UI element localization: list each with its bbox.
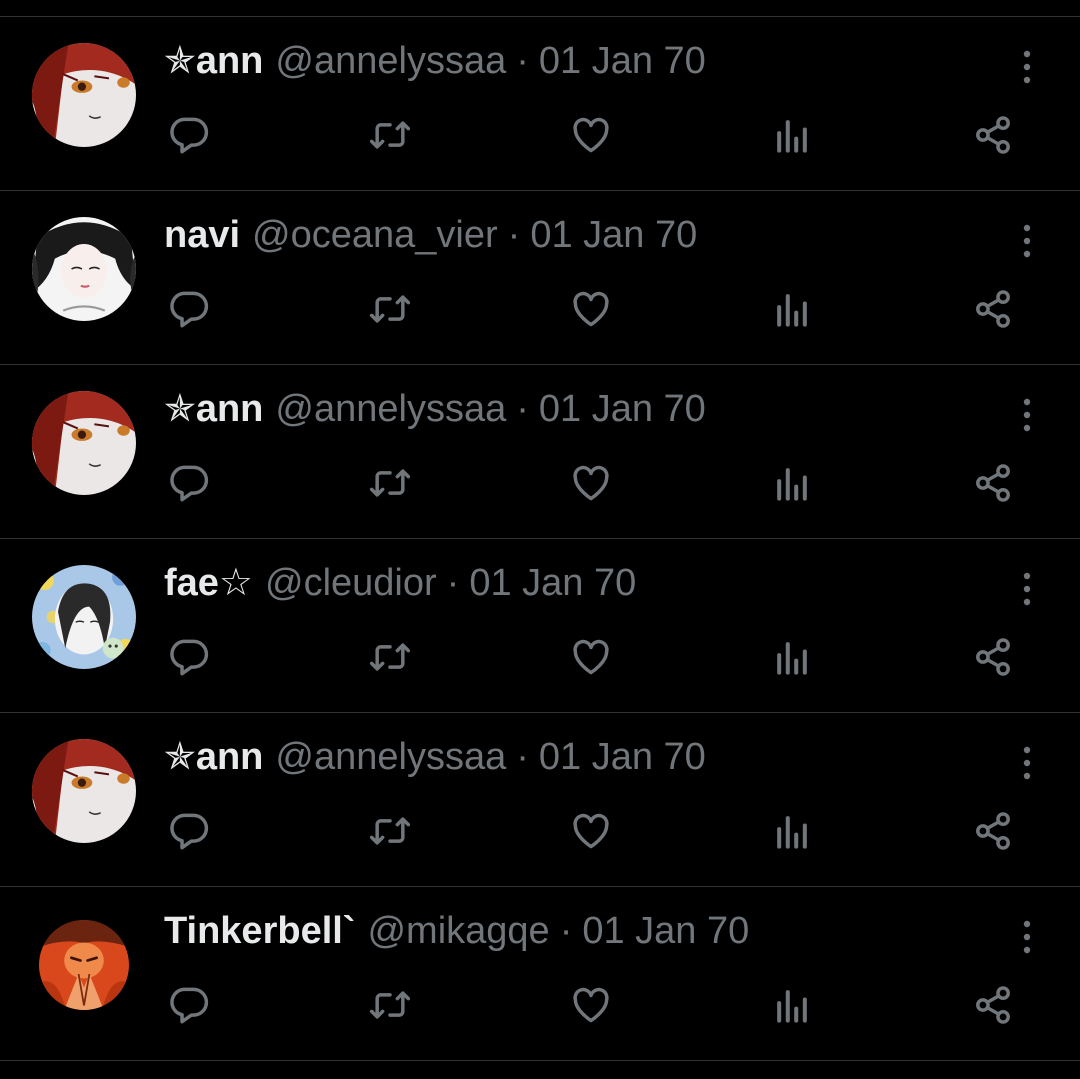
post-row[interactable]: ✯ann @annelyssaa · 01 Jan 70 xyxy=(0,365,1080,539)
action-bar xyxy=(0,461,1080,505)
more-vertical-icon[interactable] xyxy=(1012,395,1042,435)
post-header: ✯ann @annelyssaa · 01 Jan 70 xyxy=(164,387,706,431)
user-handle[interactable]: @oceana_vier xyxy=(252,213,498,257)
separator-dot: · xyxy=(516,736,529,778)
more-vertical-icon[interactable] xyxy=(1012,47,1042,87)
retweet-icon[interactable] xyxy=(366,983,414,1027)
heart-icon[interactable] xyxy=(567,113,615,157)
share-icon[interactable] xyxy=(969,809,1017,853)
views-bar-chart-icon[interactable] xyxy=(768,113,816,157)
post-header: Tinkerbell` @mikagqe · 01 Jan 70 xyxy=(164,909,749,953)
more-vertical-icon[interactable] xyxy=(1012,569,1042,609)
action-bar xyxy=(0,113,1080,157)
action-bar xyxy=(0,287,1080,331)
separator-dot: · xyxy=(446,562,460,604)
post-row[interactable]: ✯ann @annelyssaa · 01 Jan 70 xyxy=(0,17,1080,191)
post-date[interactable]: 01 Jan 70 xyxy=(539,387,706,431)
more-vertical-icon[interactable] xyxy=(1012,221,1042,261)
retweet-icon[interactable] xyxy=(366,809,414,853)
separator-dot: · xyxy=(516,40,529,82)
action-bar xyxy=(0,809,1080,853)
display-name[interactable]: Tinkerbell` xyxy=(164,909,355,953)
post-date[interactable]: 01 Jan 70 xyxy=(530,213,697,257)
action-bar xyxy=(0,635,1080,679)
user-handle[interactable]: @annelyssaa xyxy=(275,39,506,83)
user-handle[interactable]: @mikagqe xyxy=(367,909,549,953)
timeline-feed: ✯ann @annelyssaa · 01 Jan 70 navi @ocean… xyxy=(0,16,1080,1061)
reply-icon[interactable] xyxy=(165,635,213,679)
heart-icon[interactable] xyxy=(567,983,615,1027)
user-handle[interactable]: @annelyssaa xyxy=(275,735,506,779)
post-row[interactable]: fae☆ @cleudior · 01 Jan 70 xyxy=(0,539,1080,713)
display-name[interactable]: fae☆ xyxy=(164,561,253,605)
heart-icon[interactable] xyxy=(567,635,615,679)
more-vertical-icon[interactable] xyxy=(1012,917,1042,957)
post-row[interactable]: navi @oceana_vier · 01 Jan 70 xyxy=(0,191,1080,365)
post-row[interactable]: Tinkerbell` @mikagqe · 01 Jan 70 xyxy=(0,887,1080,1061)
user-handle[interactable]: @annelyssaa xyxy=(275,387,506,431)
display-name[interactable]: ✯ann xyxy=(164,735,263,779)
post-header: ✯ann @annelyssaa · 01 Jan 70 xyxy=(164,39,706,83)
post-date[interactable]: 01 Jan 70 xyxy=(539,39,706,83)
share-icon[interactable] xyxy=(969,983,1017,1027)
display-name[interactable]: ✯ann xyxy=(164,387,263,431)
user-handle[interactable]: @cleudior xyxy=(265,561,437,605)
views-bar-chart-icon[interactable] xyxy=(768,809,816,853)
retweet-icon[interactable] xyxy=(366,287,414,331)
heart-icon[interactable] xyxy=(567,809,615,853)
retweet-icon[interactable] xyxy=(366,635,414,679)
share-icon[interactable] xyxy=(969,287,1017,331)
share-icon[interactable] xyxy=(969,635,1017,679)
retweet-icon[interactable] xyxy=(366,113,414,157)
reply-icon[interactable] xyxy=(165,113,213,157)
post-date[interactable]: 01 Jan 70 xyxy=(469,561,636,605)
more-vertical-icon[interactable] xyxy=(1012,743,1042,783)
views-bar-chart-icon[interactable] xyxy=(768,461,816,505)
display-name[interactable]: ✯ann xyxy=(164,39,263,83)
post-row[interactable]: ✯ann @annelyssaa · 01 Jan 70 xyxy=(0,713,1080,887)
share-icon[interactable] xyxy=(969,461,1017,505)
separator-dot: · xyxy=(559,910,573,952)
post-header: navi @oceana_vier · 01 Jan 70 xyxy=(164,213,697,257)
heart-icon[interactable] xyxy=(567,287,615,331)
share-icon[interactable] xyxy=(969,113,1017,157)
post-header: fae☆ @cleudior · 01 Jan 70 xyxy=(164,561,636,605)
reply-icon[interactable] xyxy=(165,809,213,853)
display-name[interactable]: navi xyxy=(164,213,240,257)
separator-dot: · xyxy=(507,214,521,256)
retweet-icon[interactable] xyxy=(366,461,414,505)
heart-icon[interactable] xyxy=(567,461,615,505)
reply-icon[interactable] xyxy=(165,287,213,331)
views-bar-chart-icon[interactable] xyxy=(768,635,816,679)
post-date[interactable]: 01 Jan 70 xyxy=(539,735,706,779)
post-date[interactable]: 01 Jan 70 xyxy=(582,909,749,953)
action-bar xyxy=(0,983,1080,1027)
reply-icon[interactable] xyxy=(165,461,213,505)
views-bar-chart-icon[interactable] xyxy=(768,983,816,1027)
separator-dot: · xyxy=(516,388,529,430)
post-header: ✯ann @annelyssaa · 01 Jan 70 xyxy=(164,735,706,779)
reply-icon[interactable] xyxy=(165,983,213,1027)
views-bar-chart-icon[interactable] xyxy=(768,287,816,331)
